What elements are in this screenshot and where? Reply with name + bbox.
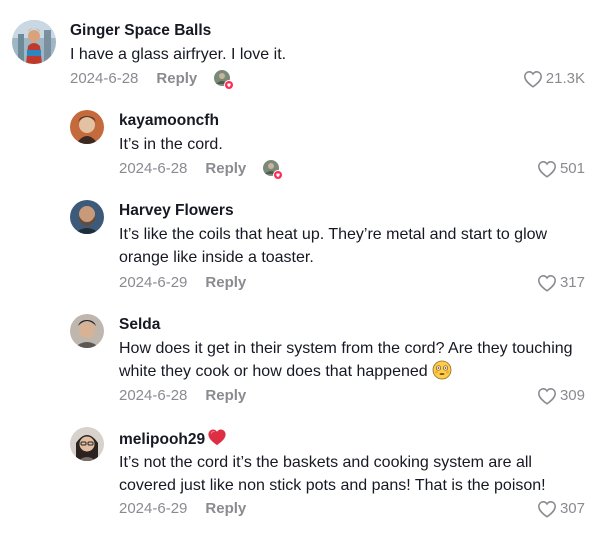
comment-date: 2024-6-29: [119, 500, 188, 517]
reply-button[interactable]: Reply: [205, 499, 246, 519]
reply-button[interactable]: Reply: [205, 159, 246, 179]
avatar[interactable]: [70, 110, 104, 144]
comment-meta: 2024-6-28 Reply: [119, 386, 246, 406]
heart-outline-icon: [538, 275, 556, 292]
username-text[interactable]: melipooh29: [119, 431, 205, 448]
reply-button[interactable]: Reply: [156, 69, 197, 89]
comment-text: It’s in the cord.: [119, 136, 223, 153]
username[interactable]: Selda: [119, 315, 160, 335]
like-button[interactable]: 309: [537, 386, 585, 406]
comment-meta: 2024-6-28 Reply: [119, 159, 284, 180]
red-heart-emoji: [207, 428, 227, 452]
avatar[interactable]: [70, 200, 104, 234]
comment-text: It’s like the coils that heat up. They’r…: [119, 223, 547, 269]
avatar[interactable]: [70, 314, 104, 348]
comment-text: I have a glass airfryer. I love it.: [70, 46, 287, 63]
avatar[interactable]: [12, 20, 56, 64]
like-button[interactable]: 307: [537, 499, 585, 519]
reply-button[interactable]: Reply: [205, 273, 246, 293]
comment-text-line: How does it get in their system from the…: [119, 340, 573, 357]
comment-meta: 2024-6-29 Reply: [119, 273, 246, 293]
comment-text-line: covered just like non stick pots and pan…: [119, 477, 546, 494]
username[interactable]: melipooh29: [119, 428, 227, 452]
heart-outline-icon: [538, 501, 556, 518]
like-count: 309: [559, 387, 585, 404]
reply-button[interactable]: Reply: [205, 386, 246, 406]
comment-thread: Ginger Space Balls I have a glass airfry…: [0, 0, 597, 535]
creator-liked-icon: [213, 69, 235, 90]
comment-meta: 2024-6-28 Reply: [70, 69, 235, 90]
heart-outline-icon: [538, 388, 556, 405]
username[interactable]: Ginger Space Balls: [70, 21, 211, 41]
like-count: 21.3K: [545, 70, 585, 87]
like-count: 317: [559, 274, 585, 291]
like-button[interactable]: 317: [537, 273, 585, 293]
like-button[interactable]: 21.3K: [523, 69, 585, 89]
like-button[interactable]: 501: [537, 159, 585, 179]
like-count: 501: [559, 160, 585, 177]
username[interactable]: kayamooncfh: [119, 111, 219, 131]
comment-text: How does it get in their system from the…: [119, 337, 573, 387]
creator-liked-icon: [262, 159, 284, 180]
comment-date: 2024-6-28: [119, 160, 188, 177]
comment-text: It’s not the cord it’s the baskets and c…: [119, 451, 546, 497]
like-count: 307: [559, 500, 585, 517]
comment-date: 2024-6-28: [119, 387, 188, 404]
comment-text-line: It’s like the coils that heat up. They’r…: [119, 226, 548, 243]
comment-date: 2024-6-29: [119, 274, 188, 291]
comment-text-line-with-emoji: white they cook or how does that happene…: [119, 360, 573, 387]
username[interactable]: Harvey Flowers: [119, 201, 234, 221]
heart-outline-icon: [523, 71, 542, 88]
comment-text-line: orange like inside a toaster.: [119, 249, 314, 266]
comment-text-line: white they cook or how does that happene…: [119, 363, 428, 380]
comment-meta: 2024-6-29 Reply: [119, 499, 246, 519]
heart-outline-icon: [538, 161, 556, 178]
comment-text-line: It’s not the cord it’s the baskets and c…: [119, 454, 532, 471]
flushed-face-emoji: [432, 360, 452, 387]
comment-date: 2024-6-28: [70, 70, 139, 87]
avatar[interactable]: [70, 427, 104, 461]
